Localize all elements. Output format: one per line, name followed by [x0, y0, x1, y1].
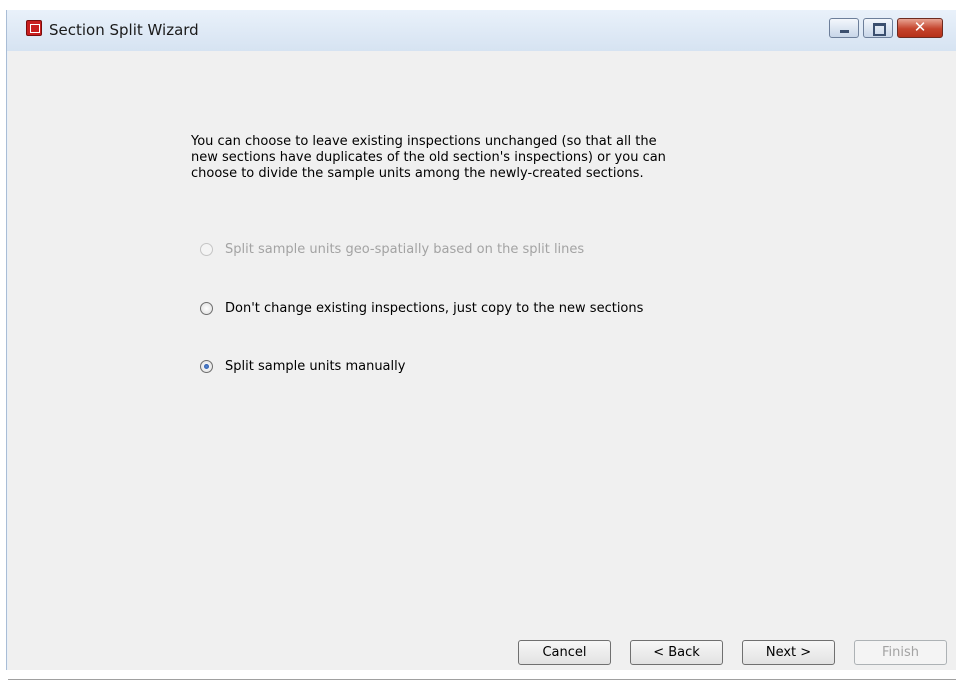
option-label: Split sample units geo-spatially based o… — [225, 241, 585, 257]
wizard-page: You can choose to leave existing inspect… — [8, 51, 956, 680]
close-icon: ✕ — [913, 18, 927, 36]
intro-text: You can choose to leave existing inspect… — [191, 134, 666, 181]
wizard-window: Section Split Wizard ✕ You can choose to… — [6, 10, 956, 680]
minimize-button[interactable] — [829, 18, 859, 38]
option-split-manually[interactable]: Split sample units manually — [200, 356, 405, 376]
finish-button: Finish — [854, 640, 947, 665]
back-button[interactable]: < Back — [630, 640, 723, 665]
window-title: Section Split Wizard — [49, 21, 199, 39]
radio-split-manually[interactable] — [200, 359, 213, 373]
minimize-icon — [840, 30, 849, 33]
next-button[interactable]: Next > — [742, 640, 835, 665]
radio-copy-inspections[interactable] — [200, 301, 213, 315]
option-copy-inspections[interactable]: Don't change existing inspections, just … — [200, 298, 643, 318]
option-label[interactable]: Split sample units manually — [225, 359, 405, 374]
maximize-button[interactable] — [863, 18, 893, 38]
app-icon[interactable] — [26, 20, 42, 36]
title-bar[interactable]: Section Split Wizard ✕ — [7, 10, 956, 51]
maximize-icon — [873, 23, 886, 36]
close-button[interactable]: ✕ — [897, 18, 943, 38]
cancel-button[interactable]: Cancel — [518, 640, 611, 665]
option-label[interactable]: Don't change existing inspections, just … — [225, 301, 643, 316]
option-geo-spatial-split: Split sample units geo-spatially based o… — [200, 239, 584, 259]
radio-geo-spatial-split — [200, 242, 213, 256]
